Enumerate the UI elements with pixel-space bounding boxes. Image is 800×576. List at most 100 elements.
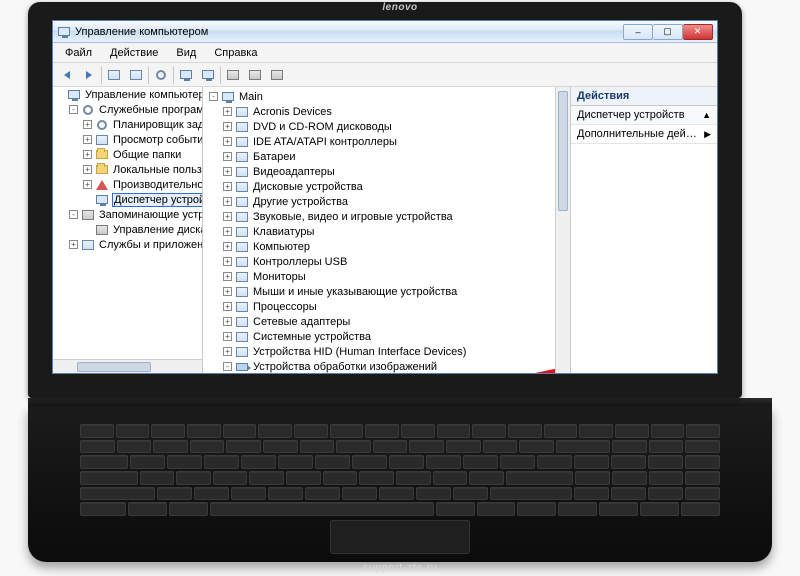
device-tree-pane: - Main + Acronis Devices + DVD и CD-ROM … (203, 87, 571, 373)
clock-icon (95, 118, 109, 132)
device-icon (235, 165, 249, 179)
center-scrollbar[interactable] (555, 87, 570, 373)
title-bar[interactable]: Управление компьютером – ▢ ✕ (53, 21, 717, 43)
extra-button-2[interactable] (245, 65, 265, 85)
device-icon (235, 105, 249, 119)
camera-icon (235, 360, 249, 374)
device-icon (235, 240, 249, 254)
menu-bar: Файл Действие Вид Справка (53, 43, 717, 63)
close-button[interactable]: ✕ (683, 24, 713, 40)
tree-shared-folders[interactable]: +Общие папки (81, 147, 202, 162)
tree-services-apps[interactable]: + Службы и приложения (67, 237, 202, 252)
menu-view[interactable]: Вид (168, 45, 204, 61)
event-icon (95, 133, 109, 147)
mmc-window: Управление компьютером – ▢ ✕ Файл Действ… (52, 20, 718, 374)
device-category[interactable]: + Acronis Devices (221, 104, 568, 119)
device-button[interactable] (198, 65, 218, 85)
device-category[interactable]: + IDE ATA/ATAPI контроллеры (221, 134, 568, 149)
actions-device-manager[interactable]: Диспетчер устройств ▲ (571, 106, 717, 125)
device-category-label: Процессоры (252, 301, 318, 313)
device-category[interactable]: + Устройства HID (Human Interface Device… (221, 344, 568, 359)
properties-button[interactable] (126, 65, 146, 85)
toolbar (53, 63, 717, 87)
toolbar-separator (220, 66, 221, 84)
tree-device-manager-label: Диспетчер устройств (112, 193, 203, 207)
device-icon (235, 330, 249, 344)
scan-button[interactable] (176, 65, 196, 85)
toolbar-separator (173, 66, 174, 84)
toolbar-separator (101, 66, 102, 84)
device-category[interactable]: + Процессоры (221, 299, 568, 314)
device-category[interactable]: + Мыши и иные указывающие устройства (221, 284, 568, 299)
device-category[interactable]: + Другие устройства (221, 194, 568, 209)
tree-performance[interactable]: +Производительность (81, 177, 202, 192)
device-manager-icon (95, 193, 109, 207)
tree-storage[interactable]: - Запоминающие устройс (67, 207, 202, 222)
storage-icon (81, 208, 95, 222)
device-icon (235, 150, 249, 164)
tree-event-viewer[interactable]: +Просмотр событий (81, 132, 202, 147)
device-category-label: Батареи (252, 151, 297, 163)
nav-back-button[interactable] (57, 65, 77, 85)
device-icon (235, 195, 249, 209)
tree-disk-management[interactable]: Управление дисками (81, 222, 202, 237)
menu-file[interactable]: Файл (57, 45, 100, 61)
device-category[interactable]: + Компьютер (221, 239, 568, 254)
tools-icon (81, 103, 95, 117)
console-tree-pane: Управление компьютером (л - Служебные пр… (53, 87, 203, 373)
tree-local-users[interactable]: +Локальные пользоват (81, 162, 202, 177)
view-grid-button[interactable] (104, 65, 124, 85)
nav-forward-button[interactable] (79, 65, 99, 85)
device-category-label: Устройства HID (Human Interface Devices) (252, 346, 467, 358)
folder-icon (95, 148, 109, 162)
menu-action[interactable]: Действие (102, 45, 166, 61)
services-icon (81, 238, 95, 252)
device-root[interactable]: - Main (207, 89, 568, 104)
device-category[interactable]: + Клавиатуры (221, 224, 568, 239)
actions-more[interactable]: Дополнительные дей… ▶ (571, 125, 717, 144)
device-category-label: Видеоадаптеры (252, 166, 336, 178)
touchpad (330, 520, 470, 554)
device-category[interactable]: + Контроллеры USB (221, 254, 568, 269)
device-category-label: Устройства обработки изображений (252, 361, 438, 373)
expand-icon: ▲ (702, 110, 711, 120)
device-category-label: Звуковые, видео и игровые устройства (252, 211, 454, 223)
tree-device-manager[interactable]: Диспетчер устройств (81, 192, 202, 207)
keyboard (80, 424, 720, 516)
device-category-imaging[interactable]: - Устройства обработки изображений (221, 359, 568, 373)
extra-button-3[interactable] (267, 65, 287, 85)
actions-header: Действия (571, 87, 717, 106)
device-icon (235, 180, 249, 194)
tree-task-scheduler[interactable]: +Планировщик заданий (81, 117, 202, 132)
toolbar-separator (148, 66, 149, 84)
device-icon (235, 315, 249, 329)
device-category[interactable]: + DVD и CD-ROM дисководы (221, 119, 568, 134)
device-category-label: IDE ATA/ATAPI контроллеры (252, 136, 398, 148)
device-category[interactable]: + Дисковые устройства (221, 179, 568, 194)
watermark: support-zte.ru (363, 563, 438, 574)
tree-system-tools[interactable]: - Служебные программы (67, 102, 202, 117)
device-category[interactable]: + Системные устройства (221, 329, 568, 344)
device-category-label: Компьютер (252, 241, 311, 253)
window-title: Управление компьютером (75, 26, 619, 38)
minimize-button[interactable]: – (623, 24, 653, 40)
device-category[interactable]: + Батареи (221, 149, 568, 164)
computer-icon (67, 88, 81, 102)
extra-button-1[interactable] (223, 65, 243, 85)
actions-item-label: Дополнительные дей… (577, 128, 697, 140)
laptop-brand: lenovo (382, 3, 417, 13)
device-icon (235, 270, 249, 284)
device-category[interactable]: + Видеоадаптеры (221, 164, 568, 179)
device-category[interactable]: + Сетевые адаптеры (221, 314, 568, 329)
device-icon (235, 210, 249, 224)
device-icon (235, 135, 249, 149)
menu-help[interactable]: Справка (206, 45, 265, 61)
device-category[interactable]: + Звуковые, видео и игровые устройства (221, 209, 568, 224)
tree-root[interactable]: Управление компьютером (л (53, 87, 202, 102)
tree-root-label: Управление компьютером (л (84, 89, 203, 101)
device-category[interactable]: + Мониторы (221, 269, 568, 284)
maximize-button[interactable]: ▢ (653, 24, 683, 40)
help-button[interactable] (151, 65, 171, 85)
left-scrollbar[interactable] (53, 359, 202, 373)
chevron-right-icon: ▶ (704, 129, 711, 140)
